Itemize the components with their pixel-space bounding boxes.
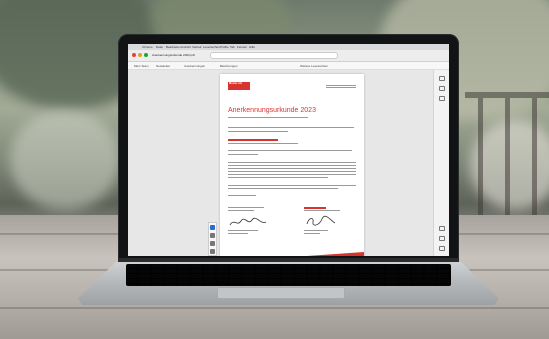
text-line bbox=[228, 150, 352, 152]
background-light bbox=[10, 110, 120, 210]
text-line bbox=[228, 171, 356, 173]
bookmark-item[interactable]: Belohnungen bbox=[220, 62, 238, 70]
signature-right bbox=[306, 215, 336, 226]
zoom-out-icon[interactable] bbox=[439, 236, 445, 241]
laptop-trackpad bbox=[217, 287, 345, 299]
text-line bbox=[228, 230, 258, 232]
close-window-button[interactable] bbox=[132, 53, 136, 57]
signatory-right-red-line bbox=[304, 207, 326, 209]
eraser-icon[interactable] bbox=[210, 249, 215, 254]
signature-left bbox=[229, 217, 267, 226]
text-line bbox=[228, 168, 356, 170]
footer-accent-bar bbox=[284, 252, 364, 256]
bookmark-item[interactable]: Mein Team bbox=[134, 62, 149, 70]
header-address-block bbox=[326, 84, 356, 89]
download-icon[interactable] bbox=[439, 86, 445, 91]
text-line bbox=[228, 127, 354, 129]
laptop-on-table-photo: Chrome Datei Bearbeiten Ansicht Verlauf … bbox=[0, 0, 549, 339]
background-railing bbox=[505, 98, 510, 216]
text-line bbox=[228, 185, 356, 187]
background-railing bbox=[478, 98, 483, 216]
text-line bbox=[228, 195, 256, 197]
signatory-right-line bbox=[304, 210, 340, 212]
right-sidebar bbox=[433, 70, 449, 256]
bookmark-item[interactable]: Newsletter bbox=[156, 62, 170, 70]
minimize-window-button[interactable] bbox=[138, 53, 142, 57]
text-line bbox=[228, 177, 328, 179]
text-line bbox=[228, 174, 356, 176]
text-line bbox=[228, 154, 258, 156]
pdf-viewer: Muster AG Anerkennungsurkunde 2023 bbox=[128, 70, 449, 256]
browser-toolbar: Anerkennungsurkunde 2023.pdf bbox=[128, 50, 449, 62]
text-line bbox=[228, 162, 356, 164]
text-line bbox=[228, 233, 248, 235]
text-line bbox=[228, 165, 356, 167]
zoom-in-icon[interactable] bbox=[439, 226, 445, 231]
text-line bbox=[304, 233, 320, 235]
document-title: Anerkennungsurkunde 2023 bbox=[228, 107, 316, 114]
background-railing bbox=[532, 98, 537, 216]
text-line bbox=[228, 188, 338, 190]
recipient-name-line bbox=[228, 139, 278, 141]
maximize-window-button[interactable] bbox=[144, 53, 148, 57]
text-line bbox=[228, 143, 298, 145]
bookmark-item[interactable]: Anerkennungen bbox=[184, 62, 205, 70]
document-subtitle-line bbox=[228, 117, 308, 119]
signatory-left-line bbox=[228, 210, 254, 212]
signatory-left-line bbox=[228, 207, 264, 209]
annotation-toolbar bbox=[208, 222, 217, 256]
address-bar[interactable] bbox=[210, 52, 338, 59]
company-logo: Muster AG bbox=[228, 82, 250, 90]
laptop-keyboard bbox=[126, 264, 451, 286]
laptop-screen: Chrome Datei Bearbeiten Ansicht Verlauf … bbox=[128, 44, 449, 256]
print-icon[interactable] bbox=[439, 76, 445, 81]
text-line bbox=[304, 230, 328, 232]
bookmark-item[interactable]: Weitere Lesezeichen bbox=[300, 62, 328, 70]
browser-tab[interactable]: Anerkennungsurkunde 2023.pdf bbox=[152, 51, 195, 60]
table-plank-gap bbox=[0, 307, 549, 309]
share-icon[interactable] bbox=[439, 96, 445, 101]
cursor-tool-icon[interactable] bbox=[210, 225, 215, 230]
fit-page-icon[interactable] bbox=[439, 246, 445, 251]
text-line bbox=[228, 131, 288, 133]
pdf-page: Muster AG Anerkennungsurkunde 2023 bbox=[220, 74, 364, 256]
pen-icon[interactable] bbox=[210, 241, 215, 246]
bookmarks-bar: Mein Team Newsletter Anerkennungen Beloh… bbox=[128, 62, 449, 70]
zoom-icon[interactable] bbox=[210, 233, 215, 238]
